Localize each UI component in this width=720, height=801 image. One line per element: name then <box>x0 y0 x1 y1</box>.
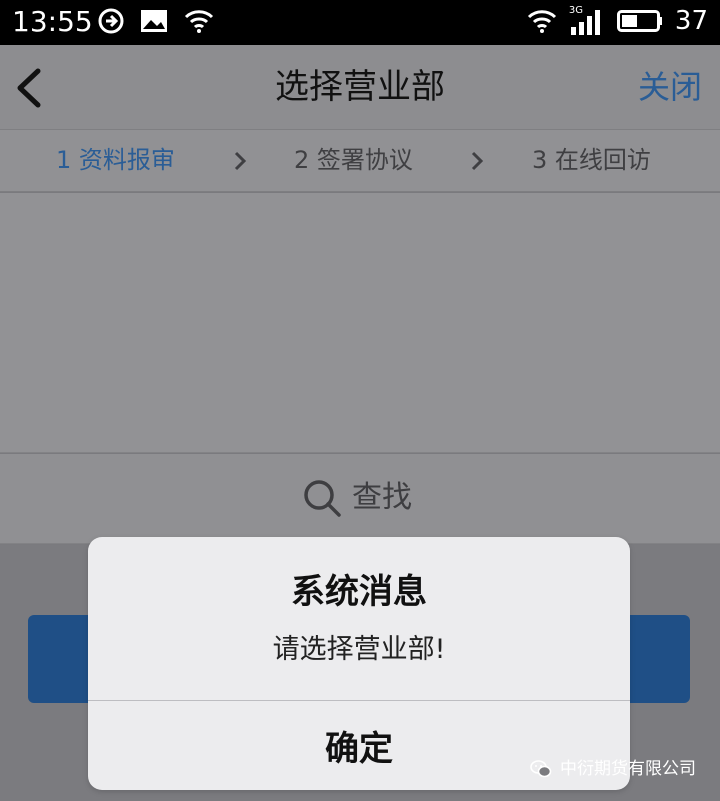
dialog-message: 请选择营业部! <box>272 634 446 665</box>
network-type-label: 3G <box>568 5 584 16</box>
watermark: 中衍期货有限公司 <box>530 758 696 780</box>
chevron-right-icon <box>234 151 247 171</box>
status-icons-right: 3G 37 <box>527 6 708 36</box>
image-notification-icon <box>141 10 167 32</box>
status-bar: 13:55 3G 37 <box>0 0 720 45</box>
search-row: 查找 <box>0 454 720 544</box>
step-2: 2 签署协议 <box>294 146 413 174</box>
battery-level: 37 <box>674 6 708 36</box>
step-3: 3 在线回访 <box>532 146 651 174</box>
page-title: 选择营业部 <box>275 67 445 107</box>
nav-bar: 选择营业部 关闭 <box>0 45 720 130</box>
wechat-icon <box>530 760 552 778</box>
sync-icon <box>98 8 124 34</box>
search-placeholder: 查找 <box>352 480 412 515</box>
search-input[interactable]: 查找 <box>302 478 412 518</box>
wifi-icon <box>527 10 556 33</box>
cellular-signal: 3G <box>568 5 605 35</box>
battery-icon <box>616 10 662 32</box>
status-icons-left <box>98 8 214 34</box>
steps-bar: 1 资料报审 2 签署协议 3 在线回访 <box>0 130 720 192</box>
wifi-icon <box>184 10 214 33</box>
branch-list-area <box>0 193 720 453</box>
system-message-dialog: 系统消息 请选择营业部! 确定 <box>88 537 630 790</box>
step-1: 1 资料报审 <box>56 146 175 174</box>
dialog-title: 系统消息 <box>291 572 427 612</box>
watermark-text: 中衍期货有限公司 <box>560 759 696 779</box>
search-icon <box>304 480 341 517</box>
chevron-right-icon <box>471 151 484 171</box>
status-time: 13:55 <box>12 5 93 38</box>
close-button[interactable]: 关闭 <box>638 67 702 107</box>
